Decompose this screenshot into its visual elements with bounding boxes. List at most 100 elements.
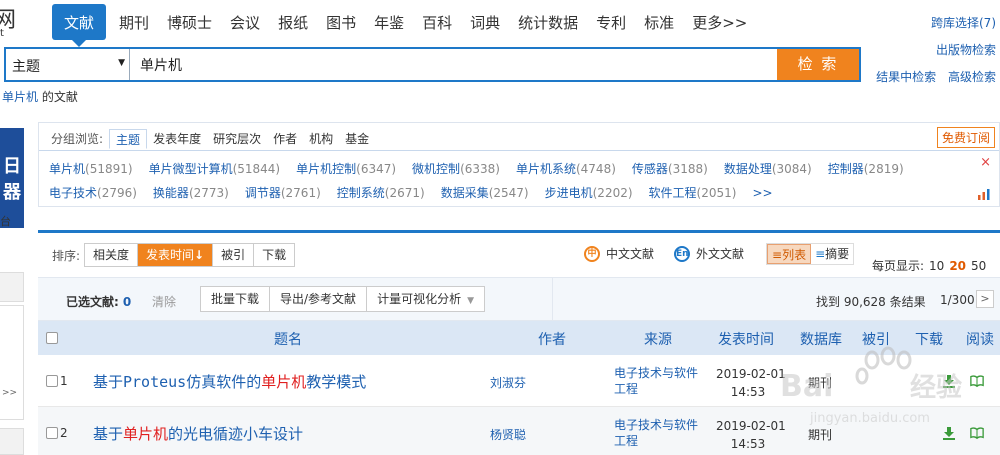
group-term[interactable]: 单片机(51891) [49, 162, 133, 176]
col-downloads[interactable]: 下载 [915, 329, 943, 349]
group-term[interactable]: 单片微型计算机(51844) [149, 162, 281, 176]
advanced-search-link[interactable]: 高级检索 [948, 68, 996, 85]
site-logo[interactable]: 网 t [0, 0, 30, 45]
group-term[interactable]: 控制器(2819) [828, 162, 904, 176]
close-icon[interactable]: × [980, 155, 991, 170]
group-term[interactable]: 步进电机(2202) [545, 186, 633, 200]
nav-item-books[interactable]: 图书 [317, 4, 365, 40]
book-icon[interactable] [970, 426, 984, 443]
group-term[interactable]: 软件工程(2051) [649, 186, 737, 200]
publication-search-link[interactable]: 出版物检索 [936, 41, 996, 58]
nav-item-standards[interactable]: 标准 [635, 4, 683, 40]
group-term-name: 电子技术 [49, 186, 98, 200]
nav-item-more[interactable]: 更多>> [683, 4, 756, 40]
row-title-pre: 基于Proteus仿真软件的 [93, 373, 262, 391]
search-button[interactable]: 检 索 [777, 49, 859, 80]
col-title[interactable]: 题名 [274, 329, 302, 349]
group-term[interactable]: 数据处理(3084) [724, 162, 812, 176]
row-date: 2019-02-01 14:53 [716, 417, 786, 453]
tab-publish-year[interactable]: 发表年度 [147, 129, 207, 149]
group-term-count: (2671) [384, 186, 425, 200]
tab-author[interactable]: 作者 [267, 129, 303, 149]
group-term[interactable]: 控制系统(2671) [337, 186, 425, 200]
nav-item-newspapers[interactable]: 报纸 [269, 4, 317, 40]
col-source[interactable]: 来源 [644, 329, 672, 349]
col-read[interactable]: 阅读 [966, 329, 994, 349]
row-source[interactable]: 电子技术与软件工程 [614, 365, 706, 397]
col-cited[interactable]: 被引 [862, 329, 890, 349]
select-all-checkbox[interactable] [46, 332, 58, 344]
tab-fund[interactable]: 基金 [339, 129, 375, 149]
breadcrumb-keyword: 单片机 [2, 90, 39, 104]
tab-research-level[interactable]: 研究层次 [207, 129, 267, 149]
table-header: 题名 作者 来源 发表时间 数据库 被引 下载 阅读 [38, 321, 1000, 355]
foreign-literature-toggle[interactable]: En 外文文献 [674, 245, 744, 262]
sort-cited[interactable]: 被引 [213, 244, 255, 266]
download-icon[interactable] [942, 426, 956, 443]
row-checkbox[interactable] [46, 427, 58, 439]
row-title-link[interactable]: 基于Proteus仿真软件的单片机教学模式 [93, 371, 366, 392]
search-input[interactable] [134, 49, 784, 80]
group-term-count: (2819) [863, 162, 904, 176]
group-term[interactable]: 单片机控制(6347) [296, 162, 396, 176]
group-term[interactable]: 数据采集(2547) [441, 186, 529, 200]
per-page-10[interactable]: 10 [929, 259, 944, 273]
visual-analysis-dropdown[interactable]: 计量可视化分析 ▼ [367, 287, 484, 311]
group-term-count: (2547) [488, 186, 529, 200]
search-field-select[interactable]: 主题 ▼ [6, 49, 130, 80]
per-page-20[interactable]: 20 [949, 259, 966, 273]
nav-item-theses[interactable]: 博硕士 [158, 4, 221, 40]
chinese-literature-toggle[interactable]: 中 中文文献 [584, 245, 654, 262]
search-field-value: 主题 [12, 59, 40, 75]
search-in-results-link[interactable]: 结果中检索 [876, 68, 936, 85]
next-page-button[interactable]: > [976, 290, 994, 308]
sort-downloads[interactable]: 下载 [254, 244, 295, 266]
col-publish-time[interactable]: 发表时间 [718, 329, 774, 349]
nav-item-literature[interactable]: 文献 [52, 4, 107, 47]
nav-item-patents[interactable]: 专利 [587, 4, 635, 40]
sort-relevance[interactable]: 相关度 [85, 244, 139, 266]
clear-selection-button[interactable]: 清除 [152, 293, 176, 310]
book-icon[interactable] [970, 374, 984, 391]
row-title-post: 教学模式 [306, 373, 367, 391]
group-term[interactable]: 换能器(2773) [153, 186, 229, 200]
per-page-50[interactable]: 50 [971, 259, 986, 273]
sort-publish-time[interactable]: 发表时间↓ [138, 244, 214, 266]
nav-item-yearbooks[interactable]: 年鉴 [365, 4, 413, 40]
group-term[interactable]: 单片机系统(4748) [516, 162, 616, 176]
chevron-down-icon: ▼ [467, 296, 474, 306]
cross-db-select-link[interactable]: 跨库选择(7) [931, 14, 996, 31]
col-author[interactable]: 作者 [538, 329, 566, 349]
download-icon[interactable] [942, 374, 956, 391]
tab-topic[interactable]: 主题 [109, 129, 148, 149]
nav-item-statistics[interactable]: 统计数据 [509, 4, 587, 40]
free-subscribe-button[interactable]: 免费订阅 [936, 127, 995, 148]
nav-item-conferences[interactable]: 会议 [221, 4, 269, 40]
row-number: 2 [60, 426, 68, 440]
group-term[interactable]: 传感器(3188) [632, 162, 708, 176]
row-title-link[interactable]: 基于单片机的光电循迹小车设计 [93, 423, 303, 444]
view-list-button[interactable]: ≡列表 [767, 244, 812, 264]
group-term[interactable]: 调节器(2761) [245, 186, 321, 200]
nav-item-dictionary[interactable]: 词典 [461, 4, 509, 40]
row-author[interactable]: 刘淑芬 [490, 374, 526, 391]
export-references-button[interactable]: 导出/参考文献 [270, 287, 368, 311]
view-abstract-button[interactable]: ≡摘要 [811, 244, 853, 264]
row-title-keyword: 单片机 [261, 373, 307, 391]
view-list-label: 列表 [782, 248, 807, 262]
group-term[interactable]: >> [752, 186, 772, 200]
group-term[interactable]: 电子技术(2796) [49, 186, 137, 200]
row-checkbox[interactable] [46, 375, 58, 387]
group-term[interactable]: 微机控制(6338) [412, 162, 500, 176]
bar-chart-icon[interactable] [977, 188, 991, 200]
row-database: 期刊 [808, 376, 833, 390]
nav-item-encyclopedia[interactable]: 百科 [413, 4, 461, 40]
row-author[interactable]: 杨贤聪 [490, 426, 526, 443]
logo-subtext: t [0, 28, 4, 39]
tab-institution[interactable]: 机构 [303, 129, 339, 149]
row-source[interactable]: 电子技术与软件工程 [614, 417, 706, 449]
batch-download-button[interactable]: 批量下载 [201, 287, 271, 311]
left-panel-more[interactable]: >> [2, 388, 17, 398]
col-database[interactable]: 数据库 [800, 329, 842, 349]
nav-item-journals[interactable]: 期刊 [110, 4, 158, 40]
